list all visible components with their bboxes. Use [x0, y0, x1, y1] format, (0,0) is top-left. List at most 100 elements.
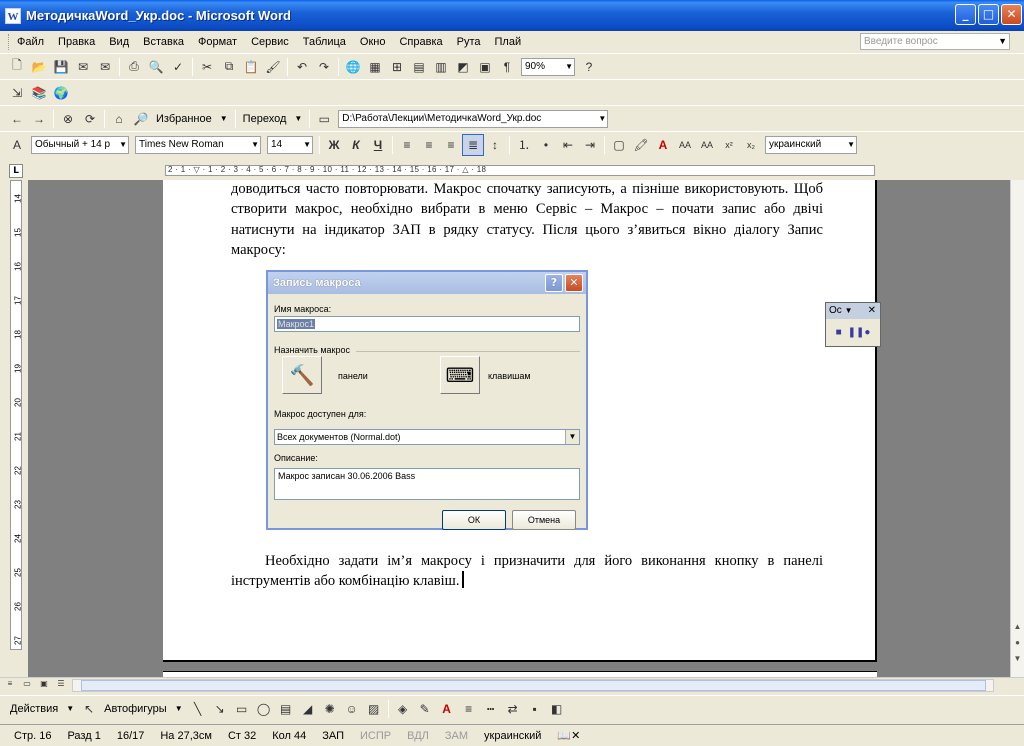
select-objects-icon[interactable]: ↖ [78, 698, 100, 720]
font-color-icon[interactable]: A [436, 698, 458, 720]
hyperlink-icon[interactable]: 🌐 [342, 56, 364, 78]
align-left-icon[interactable]: ≡ [396, 134, 418, 156]
chevron-down-icon[interactable]: ▼ [251, 137, 259, 153]
menu-help[interactable]: Справка [399, 36, 442, 48]
previous-page-icon[interactable]: ▲ [1011, 620, 1024, 633]
horizontal-ruler[interactable]: 2 · 1 · ▽ · 1 · 2 · 3 · 4 · 5 · 6 · 7 · … [28, 162, 1010, 179]
subscript-icon[interactable]: x₂ [740, 134, 762, 156]
refresh-icon[interactable]: ⟳ [79, 108, 101, 130]
style-combo[interactable]: Обычный + 14 р ▼ [31, 135, 129, 154]
rectangle-icon[interactable]: ▭ [231, 698, 253, 720]
tab-selector[interactable]: L [9, 164, 23, 178]
outline-view-icon[interactable]: ☰ [54, 679, 68, 692]
line-icon[interactable]: ╲ [187, 698, 209, 720]
numbering-icon[interactable]: ⒈ [513, 134, 535, 156]
copy-icon[interactable]: ⧉ [218, 56, 240, 78]
grow-font-icon[interactable]: AA [674, 134, 696, 156]
menu-view[interactable]: Вид [109, 36, 129, 48]
permission-icon[interactable]: ✉ [72, 56, 94, 78]
document-page[interactable]: доводиться часто повторювати. Макрос спо… [163, 180, 881, 662]
email-icon[interactable]: ✉ [94, 56, 116, 78]
record-indicator[interactable]: ЗАП [322, 730, 344, 742]
text-box-icon[interactable]: ▤ [275, 698, 297, 720]
menu-ruta[interactable]: Рута [457, 36, 481, 48]
chevron-down-icon[interactable]: ▼ [598, 111, 606, 127]
menu-table[interactable]: Таблица [303, 36, 346, 48]
chevron-down-icon[interactable]: ▼ [175, 704, 183, 713]
justify-icon[interactable]: ≣ [462, 133, 484, 156]
chevron-down-icon[interactable]: ▼ [119, 137, 127, 153]
align-right-icon[interactable]: ≡ [440, 134, 462, 156]
size-combo[interactable]: 14 ▼ [267, 135, 313, 154]
decrease-indent-icon[interactable]: ⇤ [557, 134, 579, 156]
overtype-indicator[interactable]: ЗАМ [445, 730, 468, 742]
diagram-icon[interactable]: ✺ [319, 698, 341, 720]
extend-indicator[interactable]: ВДЛ [407, 730, 429, 742]
maximize-button[interactable]: □ [978, 4, 999, 25]
fill-color-icon[interactable]: ◈ [392, 698, 414, 720]
word-app-icon[interactable]: W [5, 7, 21, 24]
undo-icon[interactable]: ↶ [291, 56, 313, 78]
address-combo[interactable]: D:\Работа\Лекции\МетодичкаWord_Укр.doc ▼ [338, 109, 609, 128]
show-hide-icon[interactable]: ¶ [496, 56, 518, 78]
help-icon[interactable]: ? [578, 56, 600, 78]
line-style-icon[interactable]: ≡ [458, 698, 480, 720]
format-painter-icon[interactable]: 🖌 [262, 56, 284, 78]
3d-icon[interactable]: ◧ [546, 698, 568, 720]
forward-arrow-icon[interactable]: → [28, 108, 50, 130]
web-icon[interactable]: 🌍 [50, 82, 72, 104]
show-only-web-toolbar-icon[interactable]: ▭ [313, 108, 335, 130]
clip-art-icon[interactable]: ☺ [341, 698, 363, 720]
bold-button[interactable]: Ж [323, 134, 345, 156]
scroll-thumb[interactable] [81, 680, 986, 691]
spelling-status-icon[interactable]: 📖✕ [557, 729, 580, 742]
home-icon[interactable]: ⌂ [108, 108, 130, 130]
insert-table-icon[interactable]: ⊞ [386, 56, 408, 78]
increase-indent-icon[interactable]: ⇥ [579, 134, 601, 156]
menu-insert[interactable]: Вставка [143, 36, 184, 48]
dash-style-icon[interactable]: ┅ [480, 698, 502, 720]
minimize-button[interactable]: _ [955, 4, 976, 25]
web-view-icon[interactable]: ▭ [20, 679, 34, 692]
underline-button[interactable]: Ч [367, 134, 389, 156]
menu-play[interactable]: Плай [495, 36, 522, 48]
paragraph-2[interactable]: Необхідно задати ім’я макросу і призначи… [231, 551, 823, 592]
line-spacing-icon[interactable]: ↕ [484, 134, 506, 156]
stop-icon[interactable]: ⊗ [57, 108, 79, 130]
open-folder-icon[interactable]: 📂 [28, 56, 50, 78]
shrink-font-icon[interactable]: AA [696, 134, 718, 156]
chevron-down-icon[interactable]: ▼ [565, 59, 573, 75]
insert-icon[interactable]: ⇲ [6, 82, 28, 104]
back-arrow-icon[interactable]: ← [6, 108, 28, 130]
menu-tools[interactable]: Сервис [251, 36, 289, 48]
redo-icon[interactable]: ↷ [313, 56, 335, 78]
track-changes-indicator[interactable]: ИСПР [360, 730, 391, 742]
line-color-icon[interactable]: ✎ [414, 698, 436, 720]
arrow-style-icon[interactable]: ⇄ [502, 698, 524, 720]
normal-view-icon[interactable]: ≡ [3, 679, 17, 692]
search-web-icon[interactable]: 🔎 [130, 108, 152, 130]
close-button[interactable]: ✕ [1001, 4, 1022, 25]
research-icon[interactable]: 📚 [28, 82, 50, 104]
new-document-icon[interactable]: 🗋 [6, 56, 28, 78]
chevron-down-icon[interactable]: ▼ [303, 137, 311, 153]
font-color-icon[interactable]: A [652, 134, 674, 156]
go-button[interactable]: Переход [243, 113, 287, 125]
ask-question-input[interactable]: Введите вопрос ▼ [860, 33, 1010, 50]
tables-borders-icon[interactable]: ▦ [364, 56, 386, 78]
arrow-icon[interactable]: ↘ [209, 698, 231, 720]
font-combo[interactable]: Times New Roman ▼ [135, 135, 261, 154]
chevron-down-icon[interactable]: ▼ [998, 34, 1007, 49]
print-preview-icon[interactable]: 🔍 [145, 56, 167, 78]
save-icon[interactable]: 💾 [50, 56, 72, 78]
language-combo[interactable]: украинский ▼ [765, 135, 857, 154]
actions-button[interactable]: Действия [10, 703, 58, 715]
toolbar-grip[interactable] [8, 34, 11, 50]
spelling-icon[interactable]: ✓ [167, 56, 189, 78]
vertical-scrollbar[interactable]: ▲ ● ▼ [1010, 180, 1024, 677]
menu-window[interactable]: Окно [360, 36, 386, 48]
border-icon[interactable]: ▢ [608, 134, 630, 156]
insert-excel-icon[interactable]: ▤ [408, 56, 430, 78]
oval-icon[interactable]: ◯ [253, 698, 275, 720]
menu-edit[interactable]: Правка [58, 36, 95, 48]
